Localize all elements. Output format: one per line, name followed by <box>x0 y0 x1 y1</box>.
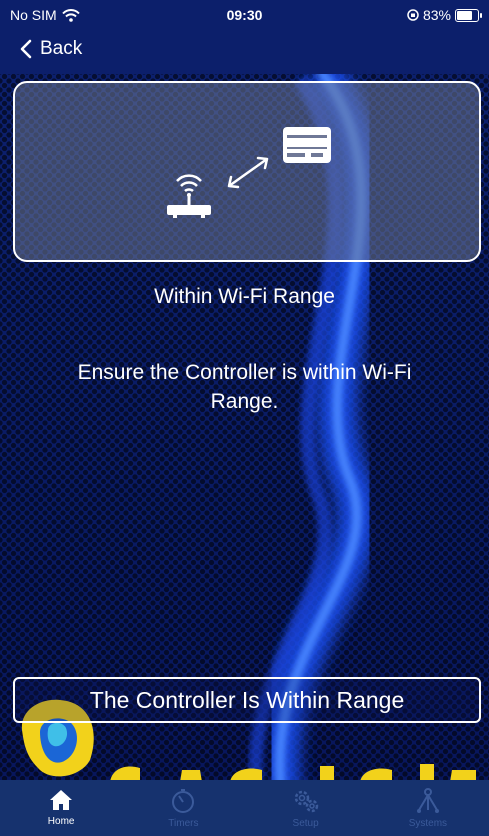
tab-bar: Home Timers Setup Systems <box>0 780 489 836</box>
confirm-button-label: The Controller Is Within Range <box>89 686 405 713</box>
tab-timers-label: Timers <box>168 818 199 829</box>
page-title: Within Wi-Fi Range <box>154 285 335 308</box>
controller-device-icon <box>283 127 331 163</box>
navigation-bar: Back <box>0 30 489 74</box>
battery-percent: 83% <box>422 7 451 23</box>
controller-within-range-button[interactable]: The Controller Is Within Range <box>13 677 481 723</box>
status-bar: No SIM 09:30 83% <box>0 0 489 30</box>
router-icon <box>167 174 211 218</box>
tab-systems-label: Systems <box>408 818 448 829</box>
tab-systems[interactable]: Systems <box>367 780 489 836</box>
battery-icon <box>455 8 482 22</box>
tab-home[interactable]: Home <box>0 780 122 836</box>
orientation-lock-icon <box>407 9 419 21</box>
gears-icon <box>294 790 318 813</box>
bidirectional-arrow-icon <box>227 156 269 189</box>
back-button[interactable]: Back <box>20 38 82 60</box>
tab-setup-label: Setup <box>292 818 319 829</box>
instruction-text: Ensure the Controller is within Wi-Fi Ra… <box>77 361 412 413</box>
back-label: Back <box>40 38 83 59</box>
tab-timers[interactable]: Timers <box>122 780 244 836</box>
battery-level <box>457 10 472 20</box>
wifi-range-illustration <box>13 81 481 262</box>
tab-home-label: Home <box>47 816 75 827</box>
tab-setup[interactable]: Setup <box>245 780 367 836</box>
timer-icon <box>172 789 195 813</box>
home-icon <box>50 790 73 810</box>
systems-icon <box>416 788 439 813</box>
chevron-left-icon <box>20 39 32 59</box>
